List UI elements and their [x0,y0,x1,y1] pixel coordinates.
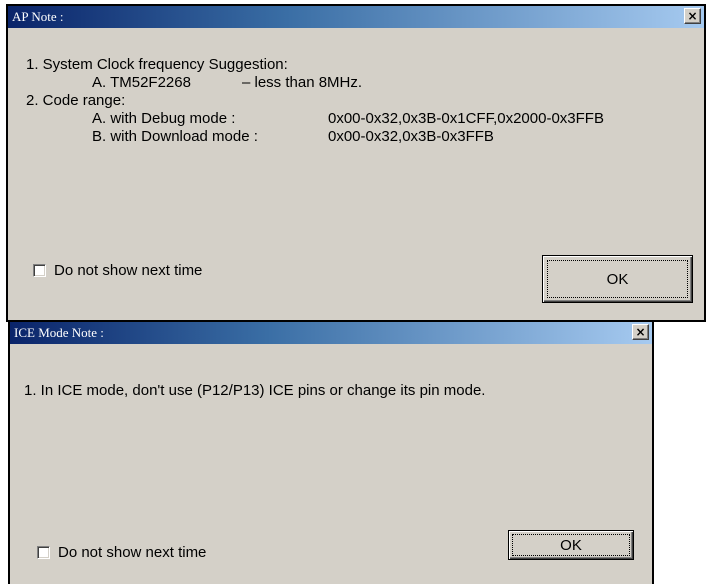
ice-mode-note-line-1: 1. In ICE mode, don't use (P12/P13) ICE … [24,382,486,399]
ice-mode-note-title: ICE Mode Note : [14,325,104,340]
ap-note-line-2: 2. Code range: [26,92,126,109]
ice-mode-note-dialog: ICE Mode Note : × 1. In ICE mode, don't … [8,320,654,584]
ap-note-do-not-show-label: Do not show next time [54,262,203,279]
ap-note-line-1a-value: – less than 8MHz. [242,74,363,91]
ap-note-title: AP Note : [12,9,64,24]
close-icon: × [687,9,698,23]
ice-mode-note-ok-button[interactable]: OK [508,530,634,560]
close-icon: × [635,325,646,339]
ap-note-line-2b-value: 0x00-0x32,0x3B-0x3FFB [328,128,494,145]
ice-mode-note-do-not-show-option[interactable]: Do not show next time [37,544,206,561]
ice-mode-note-close-button[interactable]: × [632,324,649,340]
ice-mode-note-ok-focus-rect [512,534,630,556]
ap-note-line-2a-label: A. with Debug mode : [92,110,236,127]
ap-note-do-not-show-checkbox[interactable] [33,264,46,277]
ice-mode-note-titlebar[interactable]: ICE Mode Note : × [10,322,652,344]
ap-note-dialog: AP Note : × 1. System Clock frequency Su… [6,4,706,322]
ap-note-ok-focus-rect [547,260,688,298]
ap-note-titlebar[interactable]: AP Note : × [8,6,704,28]
ap-note-line-1: 1. System Clock frequency Suggestion: [26,56,288,73]
ap-note-line-1a-label: A. TM52F2268 [92,74,191,91]
ice-mode-note-do-not-show-checkbox[interactable] [37,546,50,559]
ap-note-ok-button[interactable]: OK [542,255,693,303]
ap-note-line-2a-value: 0x00-0x32,0x3B-0x1CFF,0x2000-0x3FFB [328,110,604,127]
ap-note-line-2b-label: B. with Download mode : [92,128,258,145]
ap-note-do-not-show-option[interactable]: Do not show next time [33,262,202,279]
ap-note-close-button[interactable]: × [684,8,701,24]
ice-mode-note-do-not-show-label: Do not show next time [58,544,207,561]
